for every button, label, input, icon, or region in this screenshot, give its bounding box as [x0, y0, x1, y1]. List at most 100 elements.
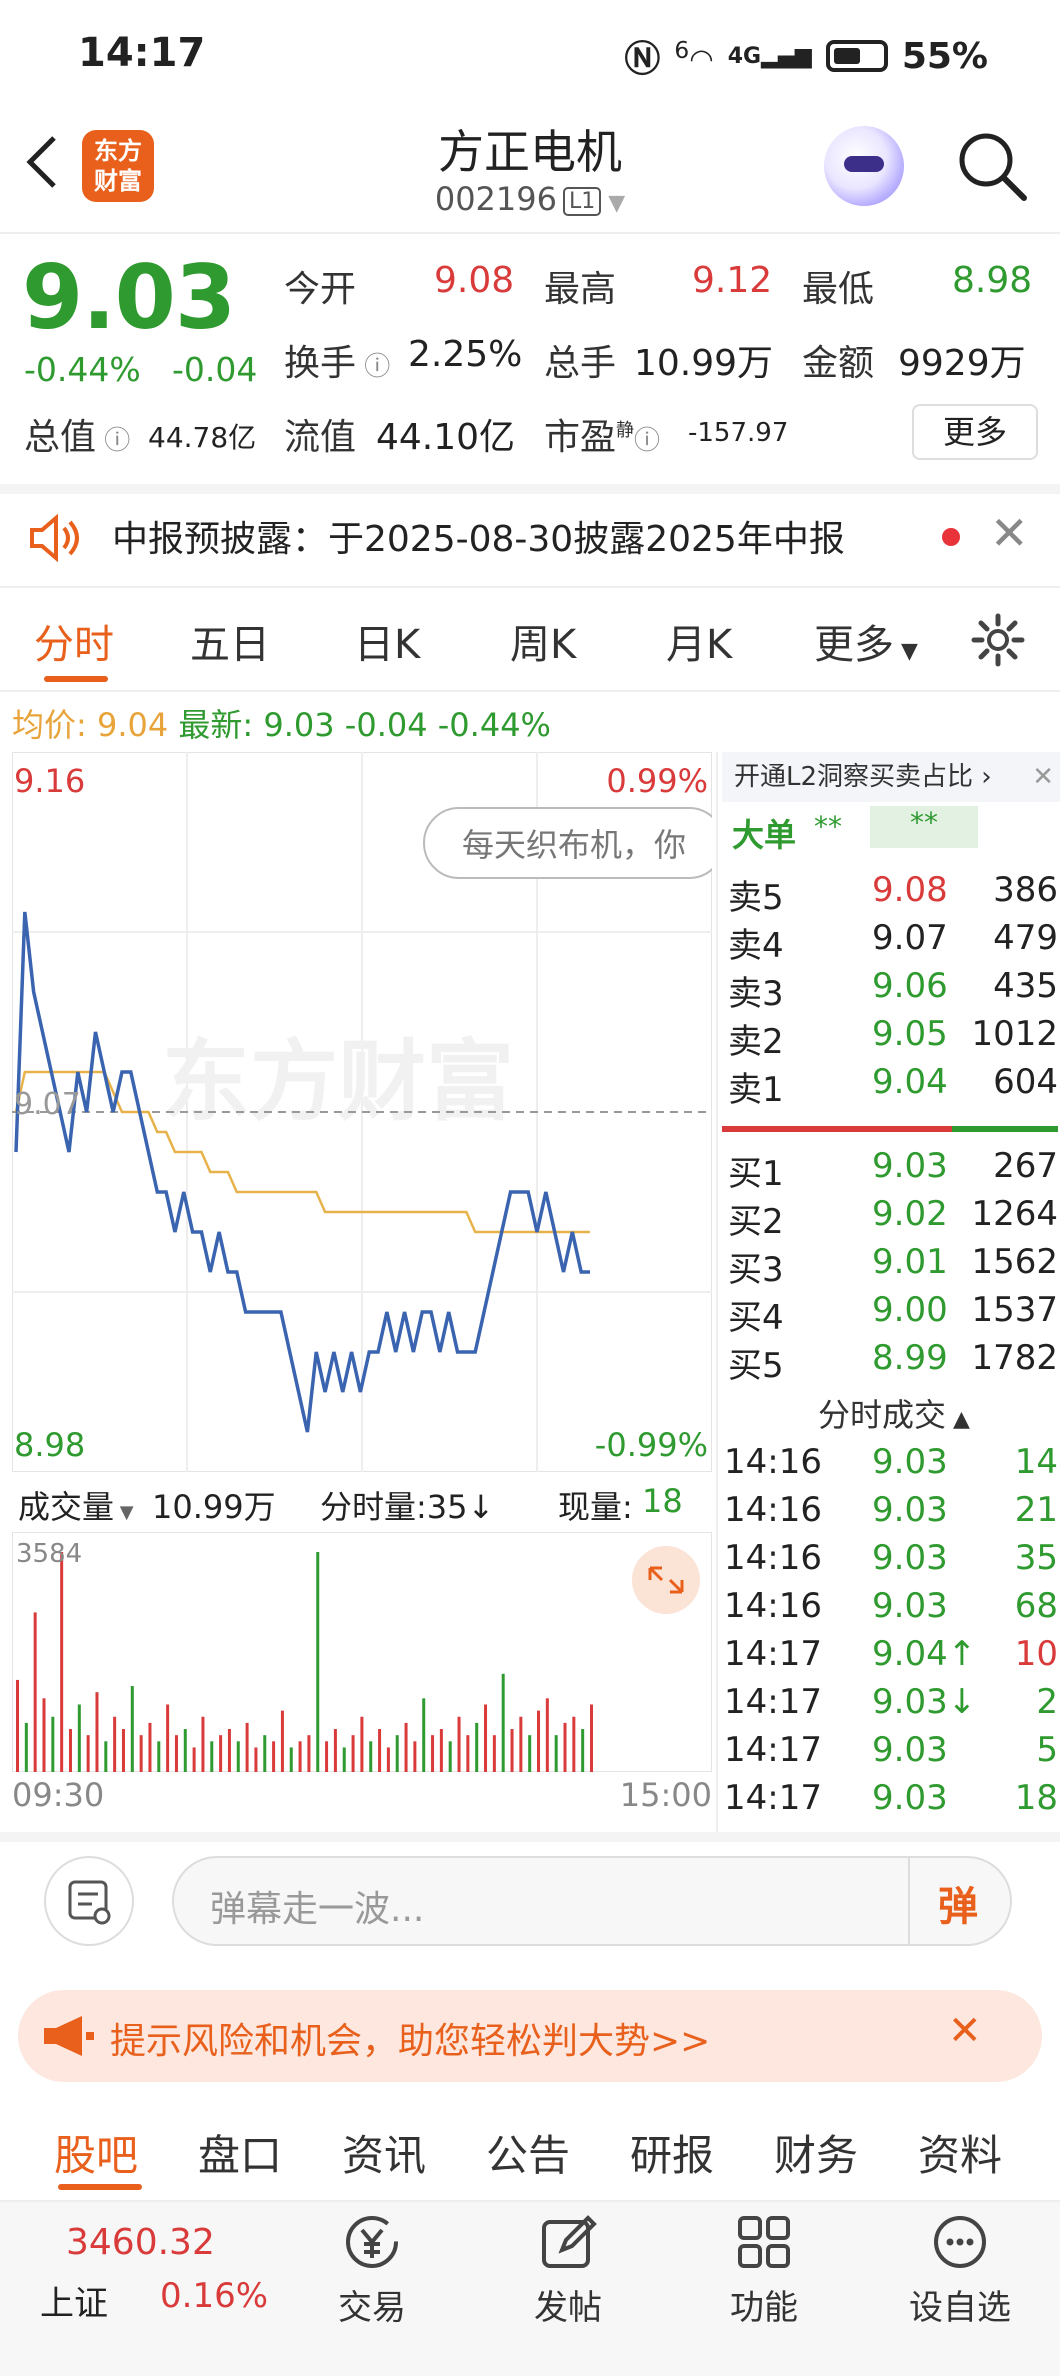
volume-bar — [104, 1741, 108, 1772]
volume-selector[interactable]: 成交量 ▼ — [18, 1482, 134, 1528]
bid-row[interactable]: 买5 8.99 1782 — [718, 1338, 1058, 1386]
volume-bar — [316, 1552, 320, 1772]
low-label: 最低 — [802, 269, 875, 310]
volume-bar — [254, 1747, 258, 1772]
volume-chart[interactable]: 3584 — [12, 1532, 712, 1772]
volume-label: 成交量 — [18, 1488, 115, 1526]
battery-icon — [825, 40, 888, 72]
volume-bar — [431, 1735, 435, 1772]
now-volume-value: 18 — [642, 1482, 683, 1520]
ask-row[interactable]: 卖5 9.08 386 — [718, 870, 1058, 918]
ask-row[interactable]: 卖4 9.07 479 — [718, 918, 1058, 966]
nav-add-watchlist[interactable]: 设自选 — [890, 2210, 1030, 2329]
close-icon[interactable]: ✕ — [1032, 752, 1054, 802]
search-icon[interactable] — [954, 128, 1030, 208]
expand-icon[interactable] — [632, 1546, 700, 1614]
tick-time: 14:17 — [724, 1730, 822, 1770]
nav-post[interactable]: 发帖 — [498, 2210, 638, 2329]
volume-bar — [210, 1741, 214, 1772]
tab-profile[interactable]: 资料 — [918, 2122, 1002, 2183]
stock-code-row[interactable]: 002196 L1 ▼ — [0, 180, 1060, 218]
pct-max-label: 0.99% — [606, 762, 708, 800]
mktcap-value: 44.78亿 — [148, 421, 257, 454]
danmaku-input[interactable]: 弹幕走一波... 弹 — [172, 1856, 1012, 1946]
ask-row[interactable]: 卖1 9.04 604 — [718, 1062, 1058, 1110]
volume-bar — [360, 1716, 364, 1772]
avg-label: 均价: — [12, 706, 87, 744]
bid-row[interactable]: 买4 9.00 1537 — [718, 1290, 1058, 1338]
ask-volume: 1012 — [971, 1014, 1058, 1054]
edit-icon — [542, 2215, 597, 2268]
danmaku-send-button[interactable]: 弹 — [938, 1874, 978, 1932]
pe-label: 市盈静ⓘ — [544, 408, 660, 460]
tick-volume: 18 — [1014, 1778, 1058, 1818]
volume-bar — [554, 1735, 558, 1772]
volume-bar — [298, 1741, 302, 1772]
chevron-down-icon: ▼ — [601, 191, 626, 216]
float-value: 44.10亿 — [376, 417, 516, 458]
tick-row: 14:16 9.03 14 — [718, 1442, 1058, 1490]
danmaku-bubble[interactable]: 每天织布机，你 — [423, 807, 712, 879]
volume-bar — [263, 1735, 267, 1772]
tab-month-k[interactable]: 月K — [666, 612, 732, 670]
comment-list-icon[interactable] — [44, 1856, 134, 1946]
close-icon[interactable]: ✕ — [990, 506, 1029, 560]
tab-intraday[interactable]: 分时 — [34, 612, 114, 670]
tick-volume: 10 — [1014, 1634, 1058, 1674]
tab-pankou[interactable]: 盘口 — [198, 2122, 282, 2183]
turnover-label: 换手 ⓘ — [284, 334, 390, 386]
tab-guba[interactable]: 股吧 — [54, 2122, 138, 2183]
info-icon[interactable]: ⓘ — [634, 426, 660, 456]
tab-finance[interactable]: 财务 — [774, 2122, 858, 2183]
tab-week-k[interactable]: 周K — [510, 612, 576, 670]
risk-banner[interactable]: 提示风险和机会，助您轻松判大势>> ✕ — [18, 1990, 1042, 2082]
bid-row[interactable]: 买3 9.01 1562 — [718, 1242, 1058, 1290]
volume-bar — [157, 1741, 161, 1772]
index-widget[interactable]: 3460.32 上证 0.16% — [24, 2216, 284, 2356]
ai-assistant-icon[interactable] — [824, 126, 904, 206]
volume-bar — [77, 1704, 81, 1772]
more-dots-icon — [934, 2216, 986, 2268]
battery-percent: 55% — [901, 35, 988, 77]
more-button[interactable]: 更多 — [912, 404, 1038, 460]
bid-level: 买3 — [728, 1250, 784, 1290]
tab-announcements[interactable]: 公告 — [486, 2122, 570, 2183]
bid-volume: 1264 — [971, 1194, 1058, 1234]
tick-volume: 35 — [1014, 1538, 1058, 1578]
nav-trade[interactable]: 交易 — [302, 2210, 442, 2329]
volume-bar — [386, 1747, 390, 1772]
l2-banner[interactable]: 开通L2洞察买卖占比 › ✕ — [722, 752, 1060, 802]
ask-row[interactable]: 卖2 9.05 1012 — [718, 1014, 1058, 1062]
divider — [0, 690, 1060, 692]
pe-value: -157.97 — [688, 418, 789, 448]
bigorder-value-2: ** — [870, 806, 978, 848]
info-icon[interactable]: ⓘ — [96, 426, 130, 456]
caret-down-icon: ▼ — [114, 1502, 134, 1523]
volume-bar — [174, 1735, 178, 1772]
nav-functions[interactable]: 功能 — [694, 2210, 834, 2329]
volume-bar — [333, 1729, 337, 1772]
tab-research[interactable]: 研报 — [630, 2122, 714, 2183]
nav-add-watchlist-label: 设自选 — [909, 2288, 1011, 2328]
settings-gear-icon[interactable] — [970, 612, 1026, 668]
tab-more[interactable]: 更多 ▼ — [814, 612, 918, 670]
wifi-signal-label: 6 — [674, 36, 690, 65]
ticks-title[interactable]: 分时成交 ▲ — [818, 1390, 970, 1436]
volume-bar — [148, 1722, 152, 1772]
tab-day-k[interactable]: 日K — [354, 612, 420, 670]
volume-bar — [280, 1710, 284, 1772]
tab-five-day[interactable]: 五日 — [190, 612, 270, 670]
change-percent: -0.44% — [24, 350, 141, 389]
close-icon[interactable]: ✕ — [948, 2008, 982, 2054]
tab-news[interactable]: 资讯 — [342, 2122, 426, 2183]
bid-row[interactable]: 买1 9.03 267 — [718, 1146, 1058, 1194]
info-icon[interactable]: ⓘ — [356, 352, 390, 382]
status-icons: Ⓝ 6◠ 4G▂▄▆ 55% — [624, 30, 988, 82]
tick-row: 14:16 9.03 21 — [718, 1490, 1058, 1538]
bid-row[interactable]: 买2 9.02 1264 — [718, 1194, 1058, 1242]
avg-info-line: 均价: 9.04 最新: 9.03 -0.04 -0.44% — [12, 700, 551, 746]
ask-row[interactable]: 卖3 9.06 435 — [718, 966, 1058, 1014]
volume-label: 总手 — [544, 343, 617, 384]
intraday-price-chart[interactable]: 东方财富 9.16 8.98 9.07 0.99% -0.99% 每天织布机，你 — [12, 752, 712, 1472]
wifi-icon: 6◠ — [674, 36, 714, 76]
